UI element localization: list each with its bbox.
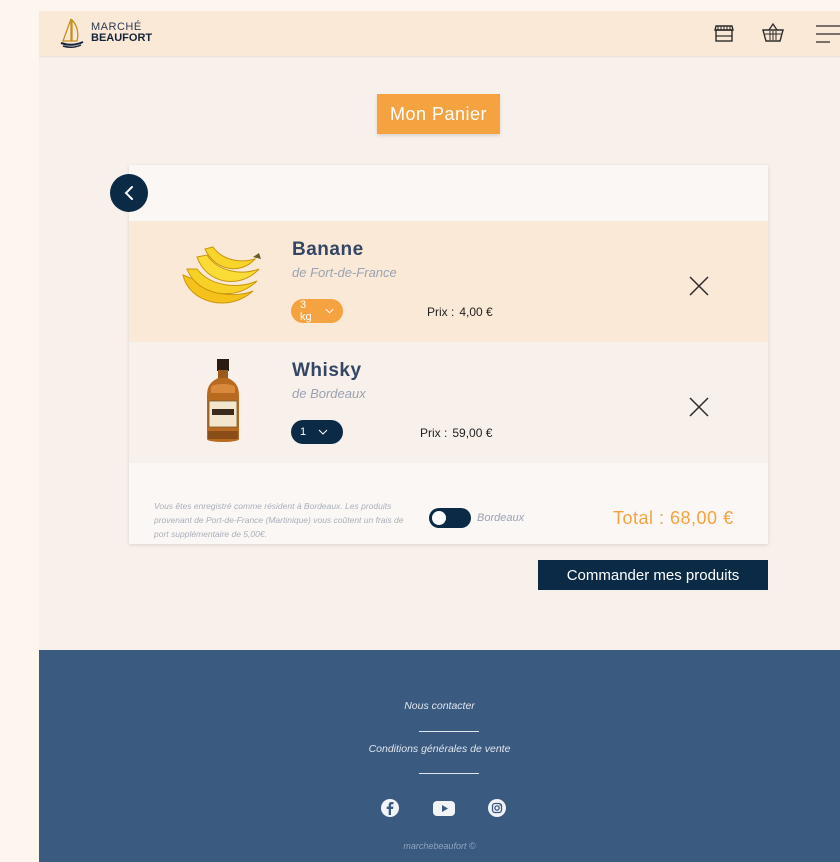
order-button[interactable]: Commander mes produits — [538, 560, 768, 590]
item-name: Banane — [292, 239, 364, 260]
cart-card: Banane de Fort-de-France 3 kg Prix : 4,00… — [129, 165, 768, 544]
menu-icon[interactable] — [814, 23, 840, 45]
residence-toggle-label: Bordeaux — [477, 512, 525, 524]
basket-icon[interactable] — [761, 22, 785, 44]
banana-image — [182, 246, 261, 304]
quantity-select[interactable]: 1 — [291, 420, 343, 444]
item-price: Prix : 59,00 € — [420, 426, 492, 440]
item-origin: de Fort-de-France — [292, 265, 397, 280]
brand-name-line2: BEAUFORT — [91, 32, 153, 44]
contact-link[interactable]: Nous contacter — [39, 700, 840, 712]
site-footer: Nous contacter Conditions générales de v… — [39, 650, 840, 862]
remove-item-icon[interactable] — [687, 274, 711, 298]
footer-divider — [419, 731, 479, 732]
quantity-select[interactable]: 3 kg — [291, 299, 343, 323]
price-value: 4,00 € — [459, 305, 493, 319]
terms-link[interactable]: Conditions générales de vente — [39, 743, 840, 755]
quantity-value: 1 — [300, 426, 307, 438]
price-label: Prix : — [420, 426, 448, 440]
facebook-icon[interactable] — [380, 798, 400, 818]
top-header: MARCHÉ BEAUFORT — [39, 11, 840, 56]
quantity-value: 3 kg — [300, 299, 312, 323]
chevron-down-icon — [318, 429, 328, 435]
residence-toggle[interactable] — [429, 508, 471, 528]
brand-logo[interactable]: MARCHÉ BEAUFORT — [59, 17, 152, 49]
youtube-icon[interactable] — [432, 798, 456, 818]
cart-item: Banane de Fort-de-France 3 kg Prix : 4,00… — [129, 221, 768, 342]
copyright: marchebeaufort © — [403, 841, 476, 851]
whisky-bottle-image — [207, 359, 239, 442]
back-button[interactable] — [110, 174, 148, 212]
toggle-knob — [432, 511, 446, 525]
cart-item: Whisky de Bordeaux 1 Prix : 59,00 € — [129, 342, 768, 463]
remove-item-icon[interactable] — [687, 395, 711, 419]
price-value: 59,00 € — [452, 426, 493, 440]
cart-total: Total : 68,00 € — [613, 508, 734, 528]
store-icon[interactable] — [713, 22, 735, 44]
instagram-icon[interactable] — [487, 798, 507, 818]
chevron-down-icon — [325, 308, 334, 314]
item-price: Prix : 4,00 € — [427, 305, 493, 319]
chevron-left-icon — [124, 186, 133, 200]
footer-divider — [419, 773, 479, 774]
shipping-note: Vous êtes enregistré comme résident à Bo… — [154, 501, 404, 539]
item-name: Whisky — [292, 360, 362, 381]
price-label: Prix : — [427, 305, 455, 319]
sailboat-logo-icon — [60, 18, 84, 49]
page: MARCHÉ BEAUFORT Mon Panier Banane de For… — [39, 11, 840, 862]
item-origin: de Bordeaux — [292, 386, 366, 401]
page-title: Mon Panier — [377, 94, 500, 134]
